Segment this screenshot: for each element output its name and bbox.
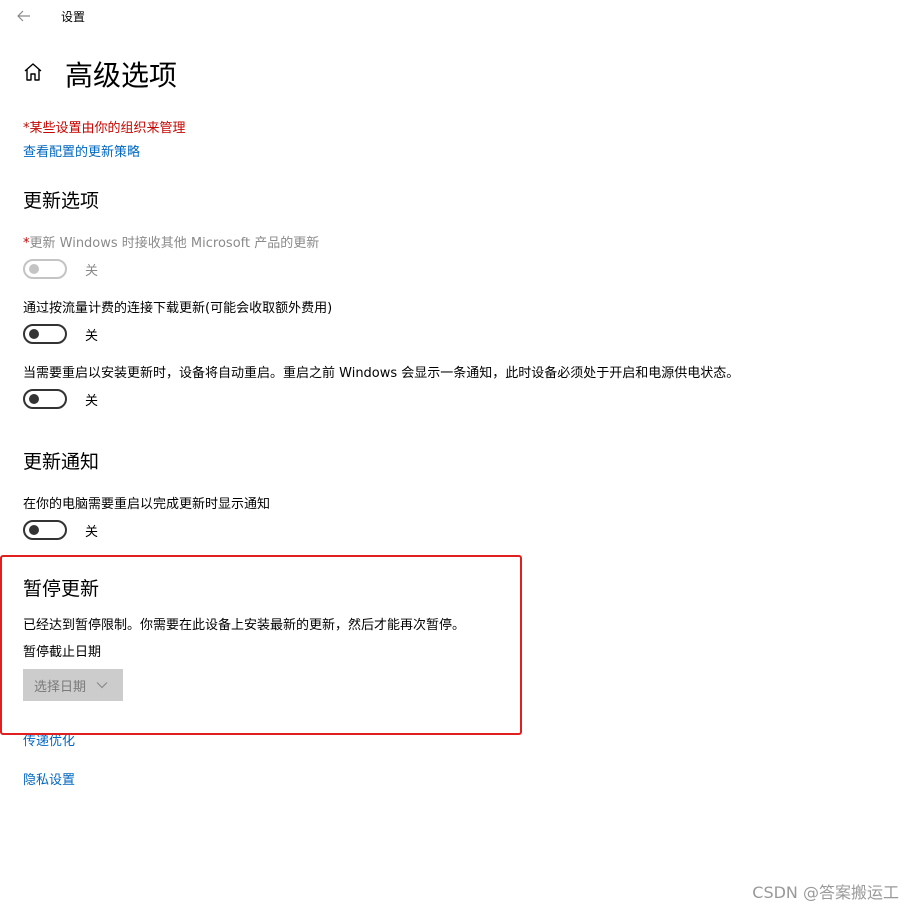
- toggle-state-label: 关: [85, 263, 99, 279]
- toggle-row-restart-notification: 关: [23, 520, 98, 540]
- section-heading-update-notifications: 更新通知: [23, 451, 100, 473]
- toggle-state-label: 关: [85, 524, 99, 540]
- toggle-state-label: 关: [85, 328, 99, 344]
- watermark: CSDN @答案搬运工: [752, 883, 899, 902]
- toggle-auto-restart[interactable]: [23, 389, 67, 409]
- toggle-other-products[interactable]: [23, 259, 67, 279]
- toggle-knob: [29, 525, 39, 535]
- privacy-settings-link[interactable]: 隐私设置: [23, 769, 75, 788]
- chevron-down-icon: [96, 681, 108, 689]
- toggle-state-label: 关: [85, 393, 99, 409]
- option-label-auto-restart: 当需要重启以安装更新时，设备将自动重启。重启之前 Windows 会显示一条通知…: [23, 366, 740, 381]
- toggle-row-auto-restart: 关: [23, 389, 98, 409]
- back-button[interactable]: [12, 4, 36, 28]
- pause-limit-text: 已经达到暂停限制。你需要在此设备上安装最新的更新，然后才能再次暂停。: [23, 618, 466, 633]
- option-text: 更新 Windows 时接收其他 Microsoft 产品的更新: [29, 236, 320, 251]
- view-policy-link[interactable]: 查看配置的更新策略: [23, 141, 140, 160]
- toggle-knob: [29, 329, 39, 339]
- delivery-optimization-link[interactable]: 传递优化: [23, 730, 75, 749]
- option-label-restart-notification: 在你的电脑需要重启以完成更新时显示通知: [23, 497, 271, 512]
- title-bar: 设置: [0, 0, 913, 32]
- date-picker-text: 选择日期: [34, 679, 87, 695]
- page-title: 高级选项: [65, 59, 178, 92]
- home-icon[interactable]: [22, 61, 44, 83]
- toggle-knob: [29, 264, 39, 274]
- pause-date-label: 暂停截止日期: [23, 645, 102, 660]
- managed-notice: *某些设置由你的组织来管理: [23, 121, 186, 136]
- section-heading-pause-updates: 暂停更新: [23, 578, 100, 600]
- window-title: 设置: [61, 10, 86, 24]
- option-label-other-products: *更新 Windows 时接收其他 Microsoft 产品的更新: [23, 232, 319, 251]
- toggle-restart-notification[interactable]: [23, 520, 67, 540]
- back-arrow-icon: [17, 10, 30, 22]
- toggle-row-other-products: 关: [23, 259, 98, 279]
- option-label-metered: 通过按流量计费的连接下载更新(可能会收取额外费用): [23, 301, 333, 316]
- pause-date-picker[interactable]: 选择日期: [23, 669, 123, 701]
- toggle-row-metered: 关: [23, 324, 98, 344]
- toggle-metered[interactable]: [23, 324, 67, 344]
- toggle-knob: [29, 394, 39, 404]
- section-heading-update-options: 更新选项: [23, 190, 100, 212]
